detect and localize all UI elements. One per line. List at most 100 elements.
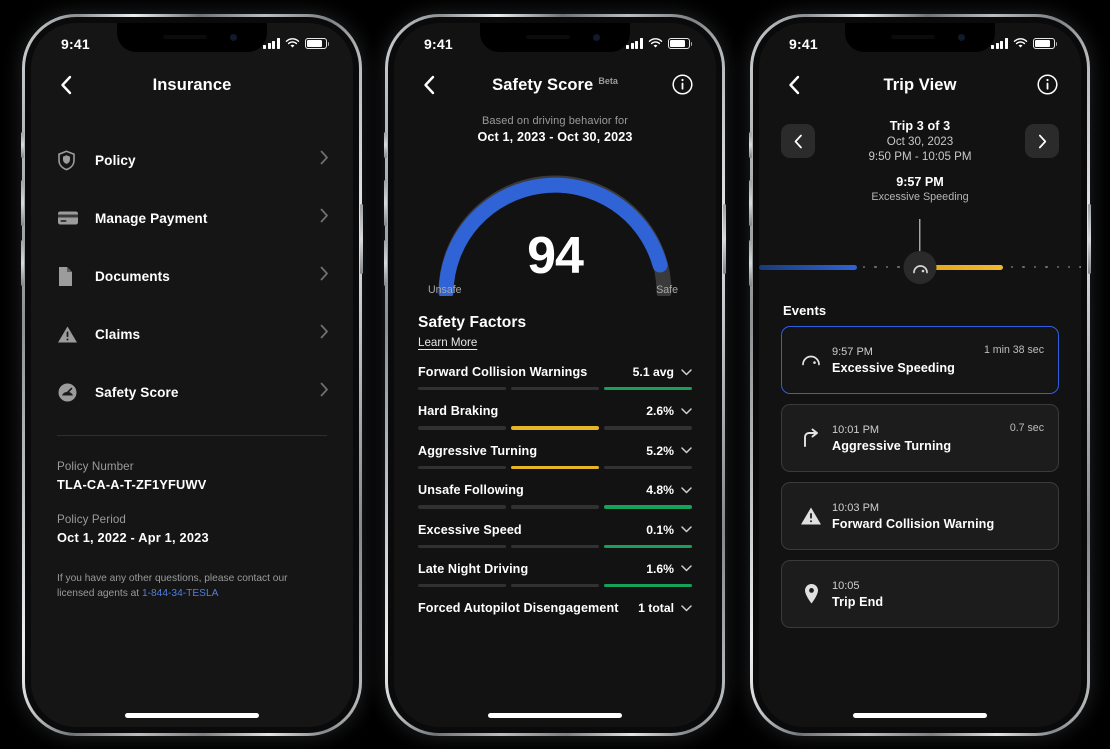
- factor-row[interactable]: Aggressive Turning 5.2%: [394, 430, 716, 470]
- policy-period-value: Oct 1, 2022 - Apr 1, 2023: [57, 530, 209, 545]
- speedometer-icon: [912, 264, 928, 273]
- event-time: 10:05: [832, 579, 860, 592]
- notch: [117, 23, 267, 52]
- event-card-trip-end[interactable]: 10:05 Trip End: [781, 560, 1059, 628]
- speedometer-icon: [796, 350, 826, 370]
- info-circle-icon: [1037, 74, 1058, 95]
- chevron-right-icon: [320, 208, 329, 228]
- segment: [418, 583, 506, 588]
- chevron-down-icon: [681, 605, 692, 612]
- timeline-dots-right: [1011, 266, 1081, 269]
- event-time: 10:03 PM: [832, 501, 880, 514]
- mute-switch[interactable]: [384, 132, 387, 158]
- menu-label: Safety Score: [95, 384, 179, 400]
- mute-switch[interactable]: [749, 132, 752, 158]
- power-button[interactable]: [360, 204, 363, 274]
- factor-row[interactable]: Forced Autopilot Disengagement 1 total: [394, 587, 716, 615]
- trip-timeline-scrubber[interactable]: 9:57 PM Excessive Speeding: [759, 175, 1081, 291]
- factor-row[interactable]: Hard Braking 2.6%: [394, 390, 716, 430]
- status-icons: [991, 38, 1058, 49]
- policy-number-value: TLA-CA-A-T-ZF1YFUWV: [57, 477, 207, 492]
- chevron-right-icon: [1038, 134, 1046, 148]
- sidebar-item-policy[interactable]: Policy: [31, 131, 353, 189]
- back-button[interactable]: [416, 72, 442, 98]
- info-button[interactable]: [672, 74, 694, 96]
- segment: [511, 465, 599, 470]
- learn-more-link[interactable]: Learn More: [418, 336, 477, 349]
- volume-down-button[interactable]: [749, 240, 752, 286]
- home-indicator[interactable]: [488, 713, 622, 718]
- power-button[interactable]: [1088, 204, 1091, 274]
- power-button[interactable]: [723, 204, 726, 274]
- warning-triangle-icon: [796, 506, 826, 526]
- sidebar-item-documents[interactable]: Documents: [31, 247, 353, 305]
- factor-segments: [418, 465, 692, 470]
- factor-row[interactable]: Forward Collision Warnings 5.1 avg: [394, 351, 716, 391]
- wifi-icon: [1013, 38, 1028, 48]
- segment: [511, 426, 599, 430]
- safety-factors-title: Safety Factors: [418, 314, 527, 331]
- trip-summary: Trip 3 of 3 Oct 30, 2023 9:50 PM - 10:05…: [815, 119, 1025, 163]
- home-indicator[interactable]: [853, 713, 987, 718]
- factor-segments: [418, 387, 692, 391]
- gauge-label-unsafe: Unsafe: [428, 284, 462, 296]
- support-phone-link[interactable]: 1-844-34-TESLA: [142, 588, 218, 599]
- volume-up-button[interactable]: [384, 180, 387, 226]
- scrubber-handle[interactable]: [903, 251, 937, 284]
- event-card-excessive-speeding[interactable]: 9:57 PM Excessive Speeding 1 min 38 sec: [781, 326, 1059, 394]
- trip-time-range: 9:50 PM - 10:05 PM: [868, 150, 972, 163]
- volume-down-button[interactable]: [384, 240, 387, 286]
- factor-value: 0.1%: [646, 522, 674, 537]
- battery-icon: [668, 38, 693, 49]
- volume-down-button[interactable]: [21, 240, 24, 286]
- sidebar-item-manage-payment[interactable]: Manage Payment: [31, 189, 353, 247]
- safety-score-value: 94: [527, 227, 584, 285]
- sidebar-item-safety-score[interactable]: Safety Score: [31, 363, 353, 421]
- factor-row[interactable]: Unsafe Following 4.8%: [394, 469, 716, 509]
- phone1-screen: 9:41 Insurance Policy Manage Payment Doc…: [31, 23, 353, 727]
- home-indicator[interactable]: [125, 713, 259, 718]
- page-title: Insurance: [152, 75, 232, 94]
- event-card-aggressive-turning[interactable]: 10:01 PM Aggressive Turning 0.7 sec: [781, 404, 1059, 472]
- factor-name: Hard Braking: [418, 404, 499, 419]
- status-icons: [626, 38, 693, 49]
- page-title-group: Safety Score Beta: [492, 76, 618, 95]
- event-name: Forward Collision Warning: [832, 516, 995, 531]
- factor-value: 1 total: [638, 601, 674, 616]
- scrubber-callout: 9:57 PM Excessive Speeding: [759, 175, 1081, 203]
- volume-up-button[interactable]: [749, 180, 752, 226]
- factor-name: Late Night Driving: [418, 561, 529, 576]
- insurance-menu: Policy Manage Payment Documents Claims S…: [31, 113, 353, 602]
- phone1-navbar: Insurance: [31, 57, 353, 113]
- page-title: Safety Score: [492, 75, 594, 94]
- chevron-left-icon: [789, 75, 800, 95]
- events-section-title: Events: [783, 303, 827, 318]
- front-camera: [958, 34, 965, 41]
- next-trip-button[interactable]: [1025, 124, 1059, 158]
- menu-label: Manage Payment: [95, 210, 208, 226]
- mute-switch[interactable]: [21, 132, 24, 158]
- screenshot-stage: 9:41 Insurance Policy Manage Payment Doc…: [0, 0, 1110, 749]
- info-button[interactable]: [1037, 74, 1059, 96]
- wifi-icon: [648, 38, 663, 48]
- chevron-down-icon: [681, 526, 692, 533]
- factor-row[interactable]: Excessive Speed 0.1%: [394, 509, 716, 548]
- timeline-segment-blue: [759, 264, 857, 270]
- phone-insurance: 9:41 Insurance Policy Manage Payment Doc…: [21, 14, 363, 736]
- document-icon: [57, 266, 85, 287]
- sidebar-item-claims[interactable]: Claims: [31, 305, 353, 363]
- front-camera: [593, 34, 600, 41]
- factor-row[interactable]: Late Night Driving 1.6%: [394, 548, 716, 588]
- segment: [604, 387, 692, 391]
- factor-value: 5.2%: [646, 443, 674, 458]
- previous-trip-button[interactable]: [781, 124, 815, 158]
- back-button[interactable]: [53, 72, 79, 98]
- status-time: 9:41: [789, 35, 818, 52]
- score-period-caption: Based on driving behavior for: [482, 115, 628, 127]
- back-button[interactable]: [781, 72, 807, 98]
- chevron-left-icon: [61, 75, 72, 95]
- score-period: Based on driving behavior for Oct 1, 202…: [394, 115, 716, 144]
- event-card-forward-collision-warning[interactable]: 10:03 PM Forward Collision Warning: [781, 482, 1059, 550]
- segment: [511, 583, 599, 588]
- volume-up-button[interactable]: [21, 180, 24, 226]
